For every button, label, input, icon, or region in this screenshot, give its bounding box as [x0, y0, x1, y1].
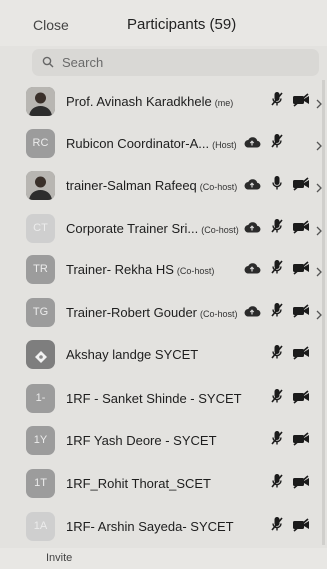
scrollbar[interactable]	[322, 80, 325, 545]
avatar	[26, 87, 55, 116]
mic-muted-icon[interactable]	[271, 302, 283, 323]
video-off-icon[interactable]	[292, 475, 310, 494]
mic-muted-icon[interactable]	[271, 218, 283, 239]
participant-name: 1RF- Arshin Sayeda- SYCET	[66, 519, 234, 534]
cloud-upload-icon	[243, 220, 261, 239]
participant-row[interactable]: Prof. Avinash Karadkhele (me)	[0, 80, 327, 124]
participant-row[interactable]: CT Corporate Trainer Sri... (Co-host)	[0, 207, 327, 251]
video-off-icon[interactable]	[292, 177, 310, 196]
mic-muted-icon[interactable]	[271, 133, 283, 154]
header-bar: Close Participants (59)	[0, 0, 327, 46]
participant-name-cell: 1RF- Arshin Sayeda- SYCET	[66, 519, 234, 534]
participant-name: Prof. Avinash Karadkhele	[66, 94, 212, 109]
page-title: Participants (59)	[127, 16, 237, 33]
participant-name: Corporate Trainer Sri...	[66, 221, 199, 236]
video-off-icon[interactable]	[292, 304, 310, 323]
participant-name-cell: Rubicon Coordinator-A... (Host)	[66, 136, 237, 151]
participant-role-badge: (Co-host)	[201, 225, 239, 235]
avatar: 1-	[26, 384, 55, 413]
participant-name-cell: Prof. Avinash Karadkhele (me)	[66, 94, 233, 109]
participant-role-badge: (Co-host)	[199, 182, 238, 192]
participant-name-cell: Trainer- Rekha HS (Co-host)	[66, 262, 214, 277]
participant-name-cell: 1RF_Rohit Thorat_SCET	[66, 476, 211, 491]
participant-name-cell: trainer-Salman Rafeeq (Co-host)	[66, 178, 237, 193]
footer-bar: Invite	[0, 548, 327, 569]
mic-muted-icon[interactable]	[271, 344, 283, 365]
avatar	[26, 340, 55, 369]
avatar: TR	[26, 255, 55, 284]
avatar: CT	[26, 214, 55, 243]
video-off-icon[interactable]	[292, 93, 310, 112]
participant-row[interactable]: Akshay landge SYCET	[0, 333, 327, 377]
participant-name: Trainer- Rekha HS	[66, 262, 174, 277]
participant-row[interactable]: TR Trainer- Rekha HS (Co-host)	[0, 248, 327, 292]
search-placeholder: Search	[62, 55, 104, 70]
cloud-upload-icon	[243, 135, 261, 154]
participant-name-cell: Akshay landge SYCET	[66, 347, 198, 362]
close-button[interactable]: Close	[33, 17, 69, 33]
participant-name: Rubicon Coordinator-A...	[66, 136, 210, 151]
cloud-upload-icon	[243, 261, 261, 280]
invite-button[interactable]: Invite	[46, 552, 72, 564]
search-input[interactable]: Search	[32, 49, 319, 76]
avatar: 1A	[26, 512, 55, 541]
participant-row[interactable]: 1Y 1RF Yash Deore - SYCET	[0, 419, 327, 463]
participant-row[interactable]: 1- 1RF - Sanket Shinde - SYCET	[0, 377, 327, 421]
video-off-icon[interactable]	[292, 220, 310, 239]
search-icon	[42, 55, 54, 73]
video-off-icon[interactable]	[292, 346, 310, 365]
participant-row[interactable]: TG Trainer-Robert Gouder (Co-host)	[0, 291, 327, 335]
video-off-icon[interactable]	[292, 432, 310, 451]
avatar: TG	[26, 298, 55, 327]
participant-name: 1RF - Sanket Shinde - SYCET	[66, 391, 242, 406]
mic-muted-icon[interactable]	[271, 430, 283, 451]
avatar: 1Y	[26, 426, 55, 455]
participant-name-cell: Corporate Trainer Sri... (Co-host)	[66, 221, 239, 236]
video-off-icon[interactable]	[292, 518, 310, 537]
mic-icon[interactable]	[271, 175, 283, 196]
mic-muted-icon[interactable]	[271, 473, 283, 494]
participant-role-badge: (Co-host)	[200, 309, 238, 319]
participant-name: 1RF Yash Deore - SYCET	[66, 433, 217, 448]
video-off-icon[interactable]	[292, 261, 310, 280]
cloud-upload-icon	[243, 177, 261, 196]
participant-name-cell: Trainer-Robert Gouder (Co-host)	[66, 305, 238, 320]
mic-muted-icon[interactable]	[271, 388, 283, 409]
participant-row[interactable]: trainer-Salman Rafeeq (Co-host)	[0, 164, 327, 208]
participant-row[interactable]: 1A 1RF- Arshin Sayeda- SYCET	[0, 505, 327, 549]
participant-name-cell: 1RF Yash Deore - SYCET	[66, 433, 217, 448]
participant-role-badge: (me)	[214, 98, 234, 108]
participant-name: trainer-Salman Rafeeq	[66, 178, 197, 193]
video-off-icon[interactable]	[292, 390, 310, 409]
participant-row[interactable]: RC Rubicon Coordinator-A... (Host)	[0, 122, 327, 166]
participant-name: 1RF_Rohit Thorat_SCET	[66, 476, 211, 491]
avatar: 1T	[26, 469, 55, 498]
mic-muted-icon[interactable]	[271, 91, 283, 112]
avatar	[26, 171, 55, 200]
participant-role-badge: (Co-host)	[176, 266, 215, 276]
participant-name: Akshay landge SYCET	[66, 347, 199, 362]
cloud-upload-icon	[243, 304, 261, 323]
participant-row[interactable]: 1T 1RF_Rohit Thorat_SCET	[0, 462, 327, 506]
mic-muted-icon[interactable]	[271, 259, 283, 280]
participant-name: Trainer-Robert Gouder	[66, 305, 198, 320]
participant-role-badge: (Host)	[212, 140, 237, 150]
mic-muted-icon[interactable]	[271, 516, 283, 537]
participant-name-cell: 1RF - Sanket Shinde - SYCET	[66, 391, 242, 406]
avatar: RC	[26, 129, 55, 158]
